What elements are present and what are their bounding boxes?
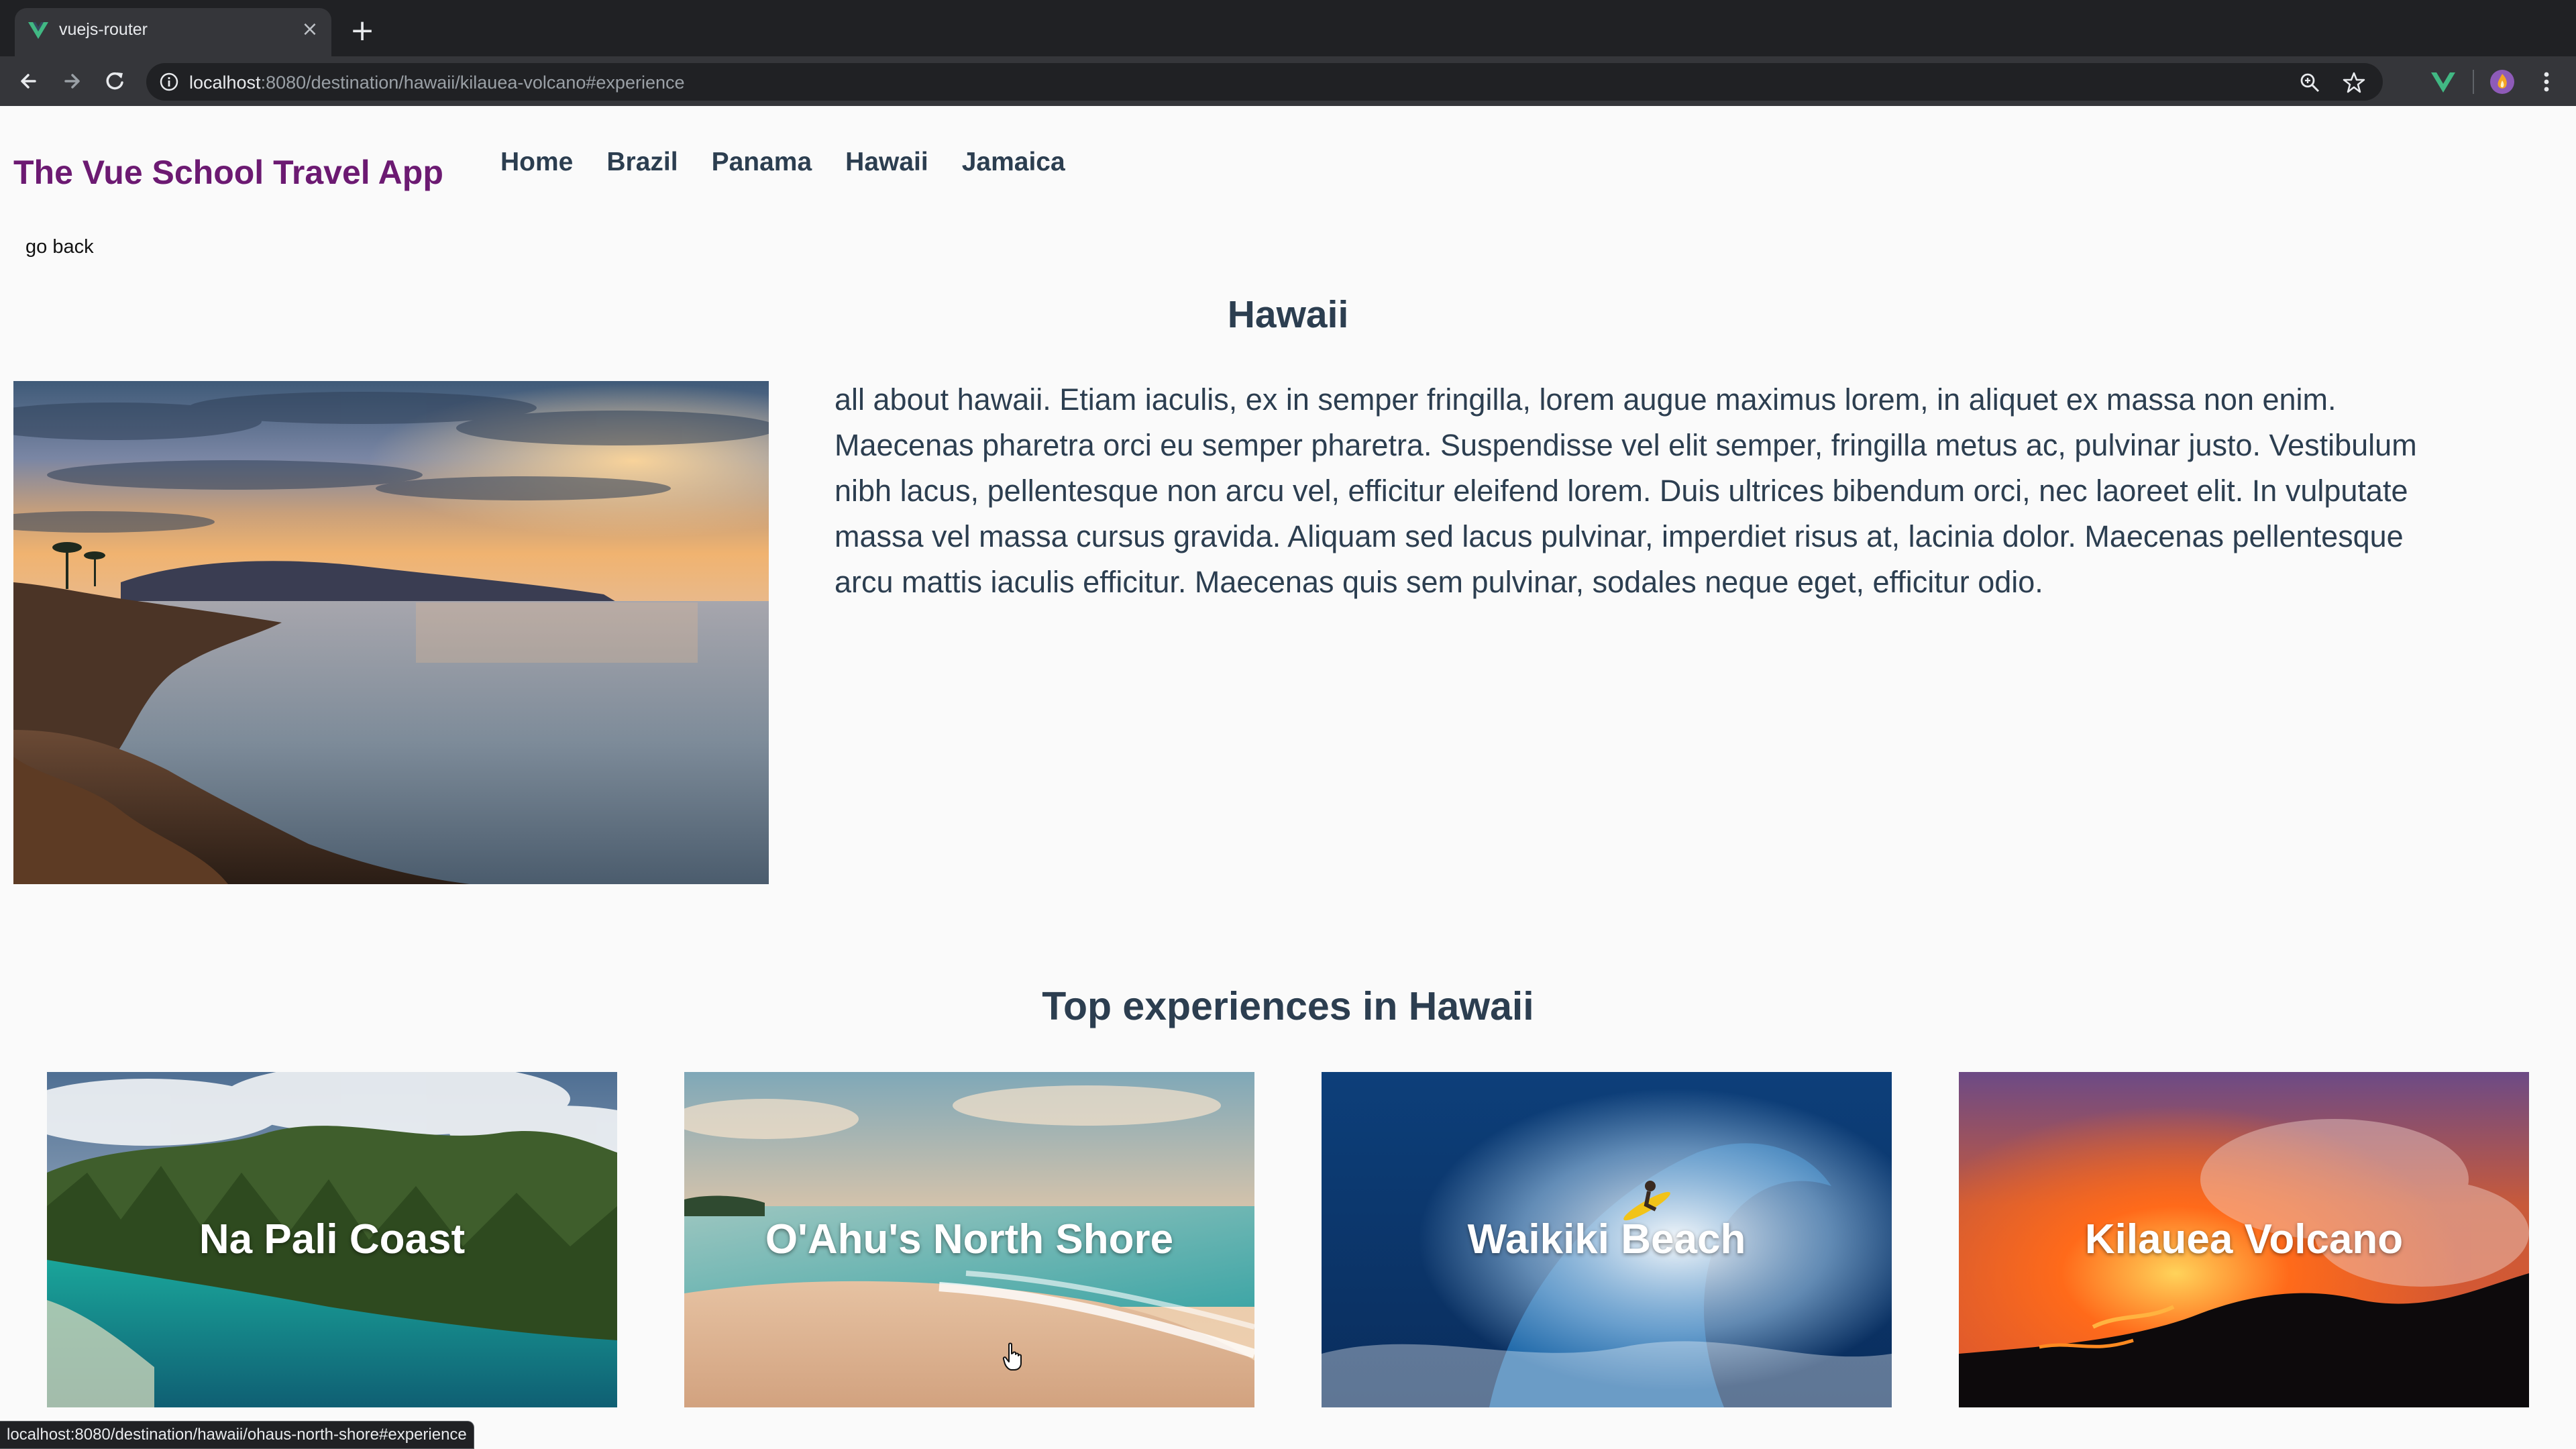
browser-tab-strip: vuejs-router × + (0, 0, 2576, 56)
nav-link-brazil[interactable]: Brazil (606, 148, 678, 177)
app-brand[interactable]: The Vue School Travel App (13, 153, 443, 192)
status-bar-url: localhost:8080/destination/hawaii/ohaus-… (0, 1421, 474, 1449)
experience-card-na-pali-coast[interactable]: Na Pali Coast (47, 1072, 617, 1407)
vue-favicon-icon (28, 22, 48, 39)
experience-name: O'Ahu's North Shore (765, 1216, 1174, 1263)
hand-cursor-icon (1002, 1342, 1022, 1371)
close-icon[interactable]: × (298, 17, 322, 42)
url-host: localhost (189, 72, 261, 93)
tab-title: vuejs-router (59, 20, 148, 39)
url-text[interactable]: localhost:8080/destination/hawaii/kilaue… (189, 72, 685, 93)
new-tab-button[interactable]: + (346, 15, 378, 47)
menu-dots-icon[interactable] (2533, 68, 2560, 95)
coastline-sunset-image (13, 381, 769, 884)
back-arrow-icon[interactable] (15, 67, 43, 95)
go-back-button[interactable]: go back (16, 232, 103, 262)
destination-description: all about hawaii. Etiam iaculis, ex in s… (835, 382, 2417, 599)
experience-cards: Na Pali Coast O'Ahu's North Shore Waikik… (47, 1072, 2529, 1407)
star-icon[interactable] (2343, 71, 2365, 94)
experience-name: Na Pali Coast (199, 1216, 466, 1263)
experiences-heading: Top experiences in Hawaii (1042, 984, 1534, 1028)
page-content: The Vue School Travel App Home Brazil Pa… (0, 106, 2576, 1449)
experience-name: Kilauea Volcano (2084, 1216, 2404, 1263)
browser-toolbar: localhost:8080/destination/hawaii/kilaue… (0, 56, 2576, 106)
nav-link-home[interactable]: Home (500, 148, 573, 177)
profile-avatar-icon[interactable] (2489, 68, 2516, 95)
zoom-icon[interactable] (2298, 71, 2321, 94)
experience-card-waikiki-beach[interactable]: Waikiki Beach (1322, 1072, 1892, 1407)
nav-link-panama[interactable]: Panama (712, 148, 812, 177)
experience-card-kilauea-volcano[interactable]: Kilauea Volcano (1959, 1072, 2529, 1407)
url-path: :8080/destination/hawaii/kilauea-volcano… (260, 72, 685, 93)
page-title: Hawaii (1227, 293, 1349, 336)
info-icon[interactable] (158, 71, 180, 93)
reload-icon[interactable] (101, 67, 129, 95)
toolbar-divider (2473, 70, 2474, 94)
nav-link-hawaii[interactable]: Hawaii (845, 148, 928, 177)
experience-card-oahus-north-shore[interactable]: O'Ahu's North Shore (684, 1072, 1254, 1407)
experience-name: Waikiki Beach (1467, 1216, 1746, 1263)
destination-image (13, 381, 769, 884)
main-nav: Home Brazil Panama Hawaii Jamaica (500, 148, 1065, 177)
vue-devtools-icon[interactable] (2430, 68, 2457, 95)
browser-tab[interactable]: vuejs-router × (15, 8, 331, 56)
address-bar[interactable]: localhost:8080/destination/hawaii/kilaue… (146, 63, 2383, 101)
forward-arrow-icon[interactable] (58, 67, 86, 95)
nav-link-jamaica[interactable]: Jamaica (962, 148, 1065, 177)
